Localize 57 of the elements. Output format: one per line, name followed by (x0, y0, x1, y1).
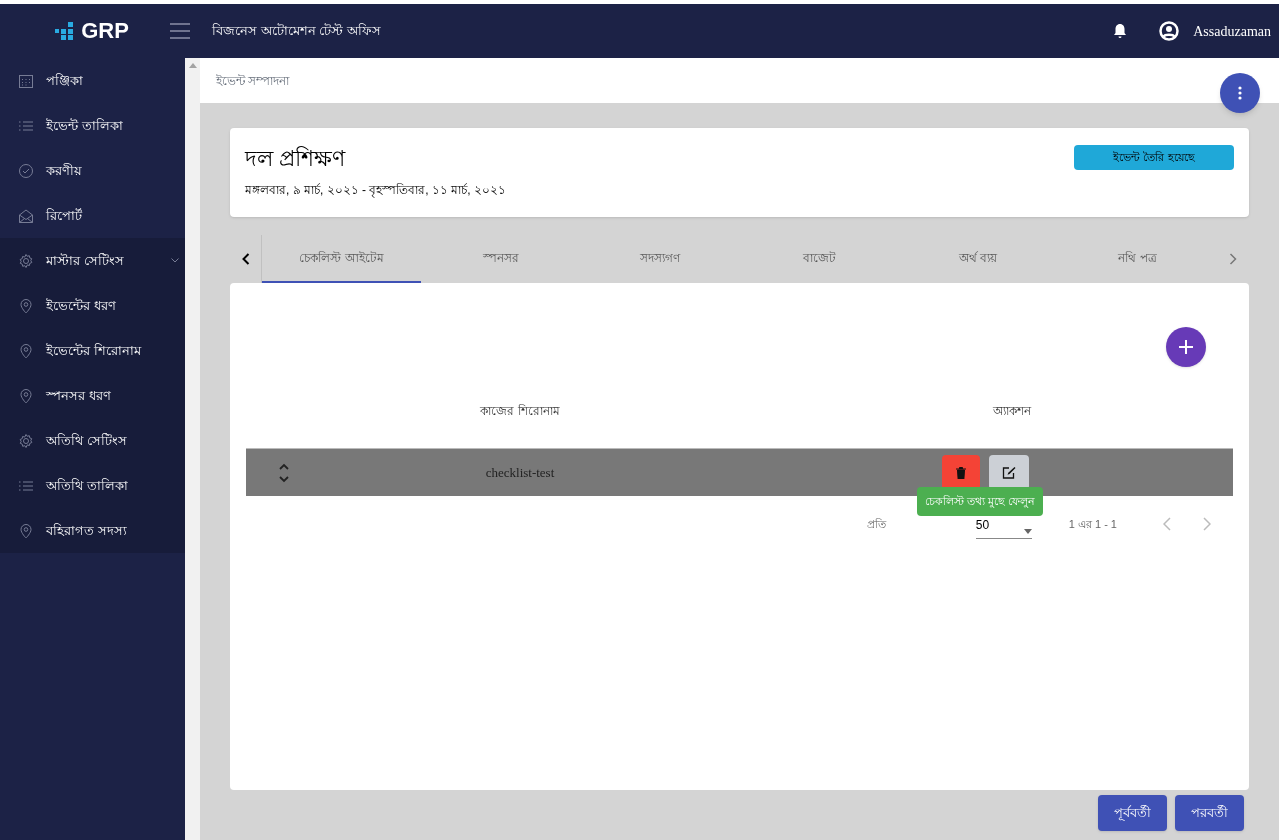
bell-icon[interactable] (1113, 23, 1128, 39)
sidebar-item[interactable]: রিপোর্ট (0, 193, 185, 238)
dropdown-icon (1023, 529, 1032, 534)
page-size-label: প্রতি (866, 516, 886, 532)
gear-icon (18, 432, 34, 449)
sort-handle-icon[interactable] (279, 462, 289, 483)
trash-icon (956, 466, 966, 479)
chevron-right-icon (1203, 517, 1211, 531)
chevron-left-icon (1163, 517, 1171, 531)
envelope-icon (18, 207, 34, 224)
tooltip: চেকলিস্ট তথ্য মুছে ফেলুন (917, 487, 1044, 516)
sidebar-item[interactable]: অতিথি সেটিংস (0, 418, 185, 463)
chevron-right-icon (1229, 253, 1237, 265)
sidebar-item[interactable]: বহিরাগত সদস্য (0, 508, 185, 553)
tab[interactable]: অর্থ ব্যয় (898, 235, 1058, 283)
sidebar-item[interactable]: করণীয় (0, 148, 185, 193)
nav-button[interactable]: পরবর্তী (1175, 795, 1244, 831)
event-title: দল প্রশিক্ষণ (245, 145, 347, 173)
add-button[interactable] (1166, 327, 1206, 367)
location-pin-icon (18, 297, 34, 314)
plus-icon (1179, 340, 1193, 354)
sidebar-item[interactable]: অতিথি তালিকা (0, 463, 185, 508)
check-circle-icon (18, 162, 34, 179)
column-header: কাজের শিরোনাম (480, 403, 560, 420)
user-icon[interactable] (1159, 21, 1180, 41)
calendar-icon (18, 72, 34, 89)
sidebar-item[interactable]: ইভেন্টের শিরোনাম (0, 328, 185, 373)
user-name[interactable]: Assaduzaman (1193, 20, 1271, 42)
location-pin-icon (18, 387, 34, 404)
breadcrumb: ইভেন্ট সম্পাদনা (216, 72, 290, 90)
sidebar-item[interactable]: ইভেন্ট তালিকা (0, 103, 185, 148)
tab[interactable]: স্পনসর (421, 235, 581, 283)
edit-icon (1002, 466, 1016, 479)
app-title: বিজনেস অটোমেশন টেস্ট অফিস (212, 22, 381, 41)
sidebar-item[interactable]: স্পনসর ধরণ (0, 373, 185, 418)
tab[interactable]: বাজেট (739, 235, 899, 283)
status-badge: ইভেন্ট তৈরি হয়েছে (1074, 145, 1234, 170)
column-header: অ্যাকশন (993, 403, 1031, 420)
location-pin-icon (18, 522, 34, 539)
logo-text: GRP (81, 20, 129, 42)
nav-button[interactable]: পূর্ববর্তী (1098, 795, 1167, 831)
more-button[interactable] (1220, 73, 1260, 113)
tab[interactable]: নথি পত্র (1057, 235, 1218, 283)
page-range: 1 এর 1 - 1 (1068, 516, 1117, 532)
sidebar-item[interactable]: পঞ্জিকা (0, 58, 185, 103)
sidebar-item[interactable]: মাস্টার সেটিংস (0, 238, 185, 283)
chevron-down-icon (171, 258, 179, 263)
location-pin-icon (18, 342, 34, 359)
event-dates: মঙ্গলবার, ৯ মার্চ, ২০২১ - বৃহস্পতিবার, ১১ মার্চ, ২০২১ (245, 182, 506, 199)
scroll-up-icon[interactable] (188, 62, 197, 68)
menu-icon[interactable] (170, 23, 190, 39)
gear-icon (18, 252, 34, 269)
table-cell-text: checklist-test (485, 463, 555, 482)
tab[interactable]: সদস্যগণ (580, 235, 740, 283)
more-icon (1238, 86, 1242, 100)
chevron-left-icon (241, 253, 250, 265)
sidebar-item[interactable]: ইভেন্টের ধরণ (0, 283, 185, 328)
